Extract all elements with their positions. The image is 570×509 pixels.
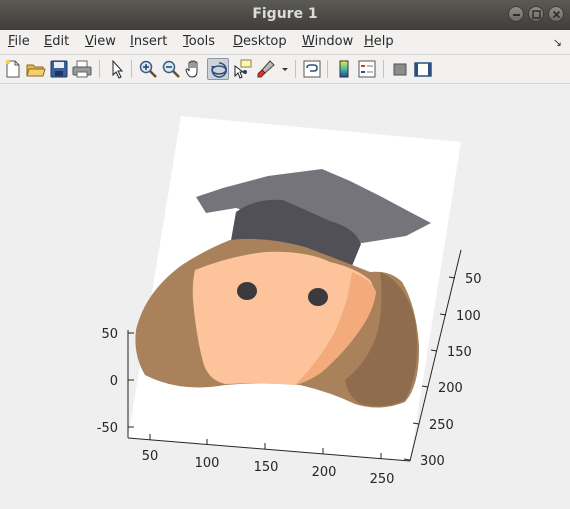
y-tick-label: 150 bbox=[447, 345, 472, 360]
close-icon bbox=[552, 10, 561, 19]
window-title: Figure 1 bbox=[252, 6, 318, 22]
toolbar-separator bbox=[327, 60, 328, 78]
brush-icon bbox=[257, 60, 275, 78]
figure-toolbar bbox=[0, 55, 570, 84]
z-tick-label: 0 bbox=[110, 374, 118, 389]
link-plot-icon bbox=[303, 60, 321, 78]
link-plot-button[interactable] bbox=[301, 58, 323, 80]
y-tick-label: 300 bbox=[420, 454, 445, 469]
zoom-in-icon bbox=[139, 60, 157, 78]
figure-canvas[interactable]: 50 0 -50 50 100 150 200 250 50 100 150 2… bbox=[0, 84, 570, 505]
print-button[interactable] bbox=[71, 58, 93, 80]
z-tick-label: -50 bbox=[97, 421, 118, 436]
menu-bar: File Edit View Insert Tools Desktop Wind… bbox=[0, 30, 570, 55]
zoom-out-button[interactable] bbox=[160, 58, 182, 80]
menu-window[interactable]: Window bbox=[302, 34, 353, 49]
y-tick-label: 250 bbox=[429, 418, 454, 433]
colorbar-icon bbox=[339, 60, 349, 78]
axes-3d[interactable]: 50 0 -50 50 100 150 200 250 50 100 150 2… bbox=[0, 84, 570, 505]
open-file-icon bbox=[26, 64, 46, 77]
x-tick-label: 200 bbox=[312, 465, 337, 480]
y-tick-label: 200 bbox=[438, 381, 463, 396]
pan-hand-icon bbox=[185, 60, 198, 78]
menu-help[interactable]: Help bbox=[364, 34, 394, 49]
legend-icon bbox=[358, 60, 376, 78]
y-tick-label: 100 bbox=[456, 309, 481, 324]
toolbar-separator bbox=[383, 60, 384, 78]
brush-button[interactable] bbox=[255, 58, 277, 80]
colorbar-button[interactable] bbox=[333, 58, 355, 80]
new-figure-icon bbox=[5, 59, 20, 78]
open-file-button[interactable] bbox=[25, 58, 47, 80]
save-icon bbox=[50, 60, 68, 78]
legend-button[interactable] bbox=[356, 58, 378, 80]
data-cursor-icon bbox=[234, 59, 252, 79]
hide-plot-tools-icon bbox=[393, 63, 407, 76]
toolbar-separator bbox=[99, 60, 100, 78]
window-titlebar[interactable]: Figure 1 bbox=[0, 0, 570, 30]
print-icon bbox=[72, 60, 92, 78]
z-tick-label: 50 bbox=[101, 327, 118, 342]
rotate-3d-icon bbox=[211, 62, 227, 78]
zoom-in-button[interactable] bbox=[137, 58, 159, 80]
x-tick-label: 250 bbox=[370, 472, 395, 487]
toolbar-separator bbox=[131, 60, 132, 78]
menu-edit[interactable]: Edit bbox=[44, 34, 69, 49]
data-cursor-button[interactable] bbox=[231, 58, 253, 80]
hide-plot-tools-button[interactable] bbox=[389, 58, 411, 80]
edit-plot-button[interactable] bbox=[106, 58, 128, 80]
show-plot-tools-button[interactable] bbox=[412, 58, 434, 80]
menu-tools[interactable]: Tools bbox=[183, 34, 215, 49]
y-tick-label: 50 bbox=[465, 272, 482, 287]
save-button[interactable] bbox=[48, 58, 70, 80]
dock-figure-icon[interactable]: ↘ bbox=[553, 36, 562, 49]
minimize-button[interactable] bbox=[508, 6, 524, 22]
menu-view[interactable]: View bbox=[85, 34, 116, 49]
minimize-icon bbox=[513, 14, 520, 16]
edit-plot-arrow-icon bbox=[112, 59, 124, 79]
menu-insert[interactable]: Insert bbox=[130, 34, 167, 49]
new-figure-button[interactable] bbox=[2, 58, 24, 80]
pan-button[interactable] bbox=[183, 58, 205, 80]
x-tick-label: 50 bbox=[142, 449, 159, 464]
left-eye bbox=[237, 282, 257, 300]
menu-file[interactable]: File bbox=[8, 34, 30, 49]
maximize-icon bbox=[532, 10, 541, 19]
rotate-3d-button[interactable] bbox=[207, 58, 229, 80]
chevron-down-icon bbox=[282, 68, 288, 71]
x-tick-label: 100 bbox=[195, 456, 220, 471]
zoom-out-icon bbox=[162, 60, 180, 78]
brush-dropdown[interactable] bbox=[279, 58, 291, 80]
right-eye bbox=[308, 288, 328, 306]
x-tick-label: 150 bbox=[254, 460, 279, 475]
close-button[interactable] bbox=[548, 6, 564, 22]
show-plot-tools-icon bbox=[414, 62, 432, 77]
toolbar-separator bbox=[295, 60, 296, 78]
menu-desktop[interactable]: Desktop bbox=[233, 34, 287, 49]
maximize-button[interactable] bbox=[528, 6, 544, 22]
